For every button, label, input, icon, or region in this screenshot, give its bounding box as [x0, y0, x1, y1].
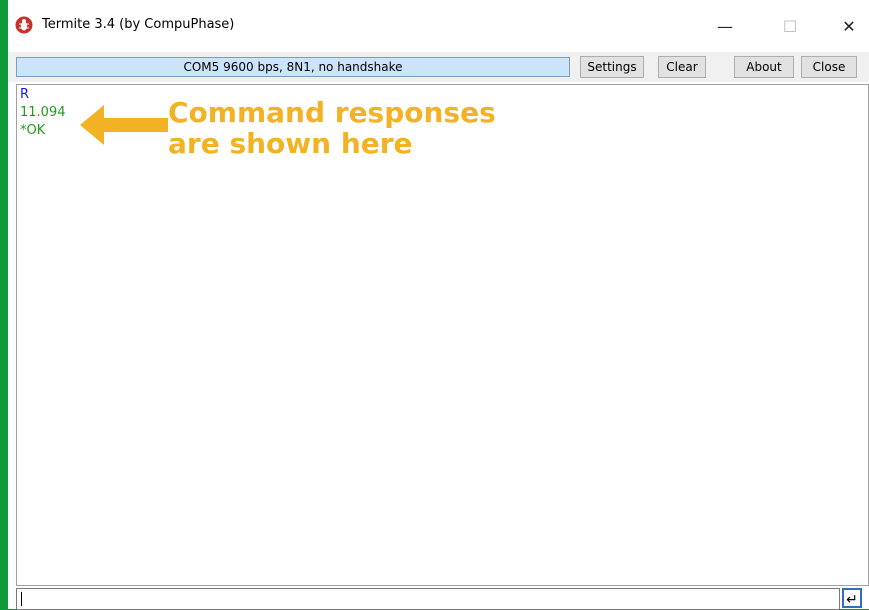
maximize-button[interactable]: ☐: [775, 14, 805, 38]
terminal-output[interactable]: R 11.094 *OK: [16, 84, 869, 586]
termite-window: Termite 3.4 (by CompuPhase) — ☐ ✕ COM5 9…: [8, 0, 869, 610]
close-window-button[interactable]: ✕: [834, 14, 864, 38]
annotation-line: are shown here: [168, 127, 413, 160]
toolbar: COM5 9600 bps, 8N1, no handshake Setting…: [8, 52, 869, 82]
annotation-label: Command responses are shown here: [168, 97, 496, 159]
settings-button[interactable]: Settings: [580, 56, 644, 78]
window-title: Termite 3.4 (by CompuPhase): [42, 17, 235, 32]
minimize-button[interactable]: —: [710, 14, 740, 38]
text-caret: [21, 592, 22, 606]
close-button[interactable]: Close: [801, 56, 857, 78]
terminal-line: R: [20, 87, 30, 102]
command-input[interactable]: [16, 588, 840, 610]
about-button[interactable]: About: [734, 56, 794, 78]
termite-bug-icon: [15, 16, 33, 34]
terminal-line: 11.094: [20, 105, 66, 120]
title-bar: Termite 3.4 (by CompuPhase) — ☐ ✕: [8, 0, 869, 52]
annotation-line: Command responses: [168, 96, 496, 129]
left-arrow-icon: [80, 105, 168, 145]
terminal-line: *OK: [20, 123, 46, 138]
port-status: COM5 9600 bps, 8N1, no handshake: [16, 57, 570, 77]
enter-icon[interactable]: ↵: [842, 588, 862, 608]
clear-button[interactable]: Clear: [658, 56, 706, 78]
